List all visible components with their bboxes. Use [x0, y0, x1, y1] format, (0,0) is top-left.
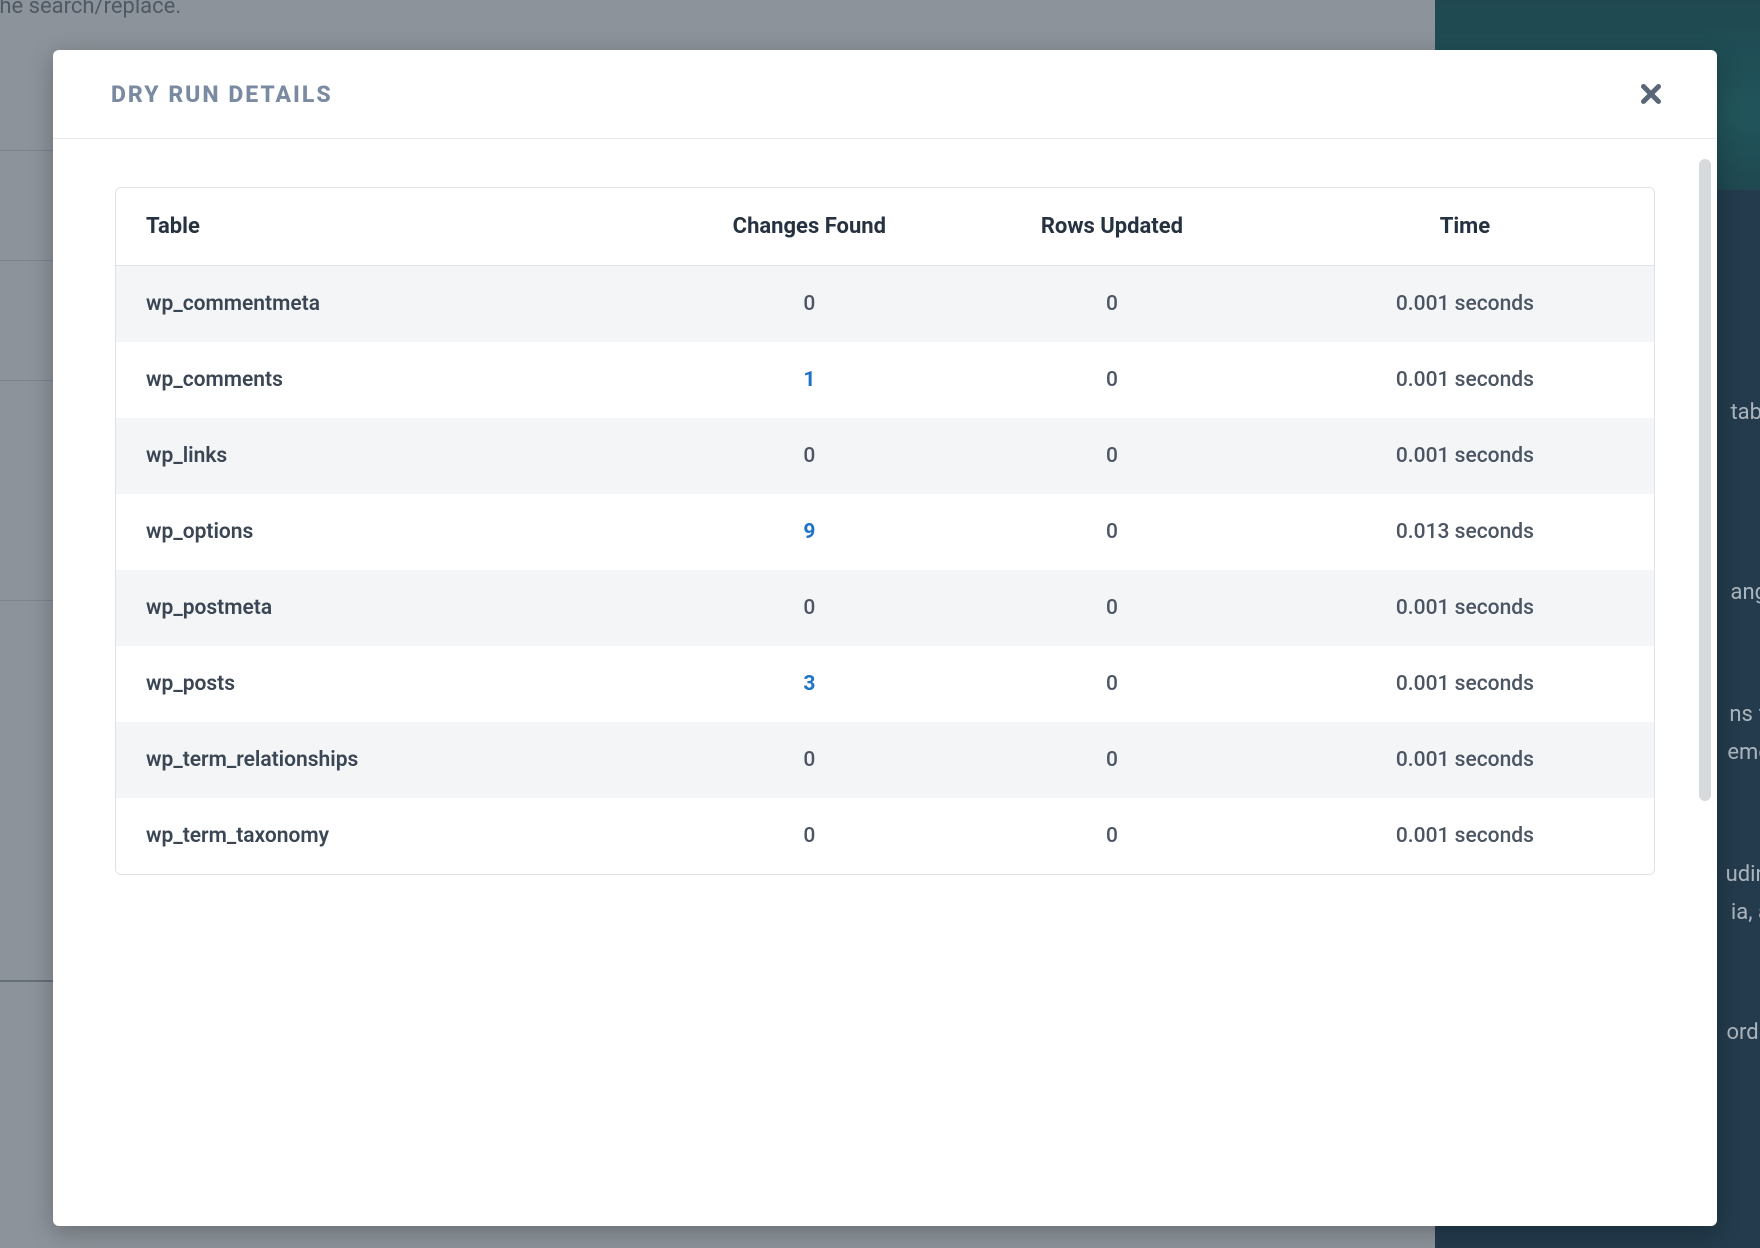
- cell-rows-updated: 0: [948, 418, 1276, 494]
- changes-link[interactable]: 3: [803, 672, 815, 696]
- cell-changes-found: 9: [671, 494, 948, 570]
- cell-rows-updated: 0: [948, 494, 1276, 570]
- results-table: Table Changes Found Rows Updated Time wp…: [115, 187, 1655, 875]
- cell-table-name: wp_links: [116, 418, 671, 494]
- cell-changes-found: 0: [671, 798, 948, 874]
- table-row: wp_links000.001 seconds: [116, 418, 1654, 494]
- col-header-rows: Rows Updated: [948, 188, 1276, 265]
- cell-changes-found: 1: [671, 342, 948, 418]
- cell-time: 0.001 seconds: [1276, 266, 1654, 342]
- cell-changes-found: 0: [671, 570, 948, 646]
- cell-rows-updated: 0: [948, 342, 1276, 418]
- cell-rows-updated: 0: [948, 266, 1276, 342]
- cell-rows-updated: 0: [948, 798, 1276, 874]
- cell-time: 0.001 seconds: [1276, 570, 1654, 646]
- cell-time: 0.001 seconds: [1276, 646, 1654, 722]
- table-row: wp_postmeta000.001 seconds: [116, 570, 1654, 646]
- col-header-time: Time: [1276, 188, 1654, 265]
- cell-changes-found: 3: [671, 646, 948, 722]
- col-header-changes: Changes Found: [671, 188, 948, 265]
- table-row: wp_comments 1 00.001 seconds: [116, 342, 1654, 418]
- close-icon: [1639, 82, 1663, 106]
- modal-body-wrap: Table Changes Found Rows Updated Time wp…: [53, 139, 1717, 1226]
- col-header-table: Table: [116, 188, 671, 265]
- cell-table-name: wp_posts: [116, 646, 671, 722]
- cell-time: 0.001 seconds: [1276, 722, 1654, 798]
- table-row: wp_posts 3 00.001 seconds: [116, 646, 1654, 722]
- cell-rows-updated: 0: [948, 646, 1276, 722]
- modal-title: DRY RUN DETAILS: [111, 81, 333, 108]
- cell-table-name: wp_postmeta: [116, 570, 671, 646]
- cell-time: 0.001 seconds: [1276, 342, 1654, 418]
- table-header-row: Table Changes Found Rows Updated Time: [116, 188, 1654, 266]
- cell-rows-updated: 0: [948, 570, 1276, 646]
- cell-time: 0.001 seconds: [1276, 418, 1654, 494]
- cell-table-name: wp_term_relationships: [116, 722, 671, 798]
- cell-table-name: wp_term_taxonomy: [116, 798, 671, 874]
- cell-changes-found: 0: [671, 418, 948, 494]
- close-button[interactable]: [1635, 78, 1667, 110]
- table-row: wp_options 9 00.013 seconds: [116, 494, 1654, 570]
- modal-body[interactable]: Table Changes Found Rows Updated Time wp…: [53, 139, 1717, 1226]
- cell-table-name: wp_options: [116, 494, 671, 570]
- cell-time: 0.001 seconds: [1276, 798, 1654, 874]
- cell-rows-updated: 0: [948, 722, 1276, 798]
- table-row: wp_term_relationships000.001 seconds: [116, 722, 1654, 798]
- changes-link[interactable]: 9: [803, 520, 815, 544]
- cell-changes-found: 0: [671, 722, 948, 798]
- table-row: wp_commentmeta000.001 seconds: [116, 266, 1654, 342]
- table-row: wp_term_taxonomy000.001 seconds: [116, 798, 1654, 874]
- modal-header: DRY RUN DETAILS: [53, 50, 1717, 139]
- cell-table-name: wp_commentmeta: [116, 266, 671, 342]
- scrollbar-thumb[interactable]: [1699, 159, 1711, 801]
- cell-time: 0.013 seconds: [1276, 494, 1654, 570]
- cell-table-name: wp_comments: [116, 342, 671, 418]
- table-body: wp_commentmeta000.001 secondswp_comments…: [116, 266, 1654, 874]
- changes-link[interactable]: 1: [803, 368, 815, 392]
- cell-changes-found: 0: [671, 266, 948, 342]
- dry-run-details-modal: DRY RUN DETAILS Table Changes Found Rows…: [53, 50, 1717, 1226]
